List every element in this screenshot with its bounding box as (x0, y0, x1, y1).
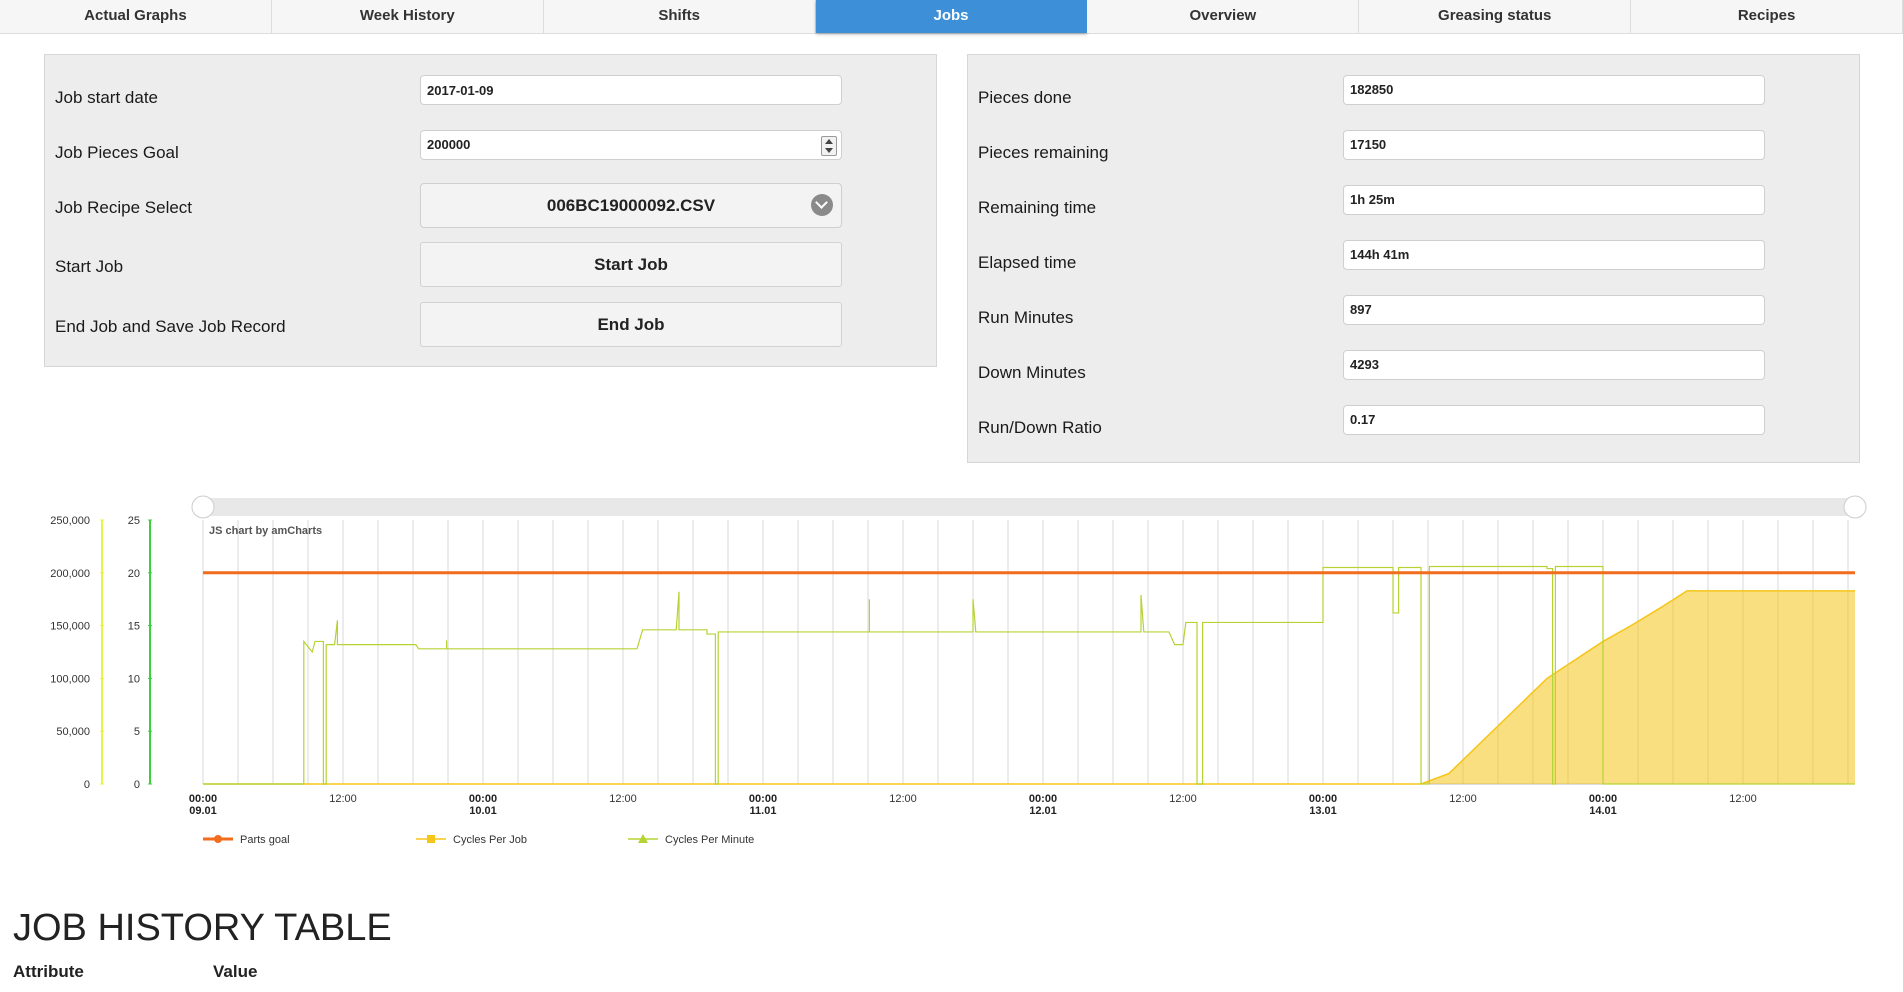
job-control-panel: Job start date Job Pieces Goal 200000 Jo… (44, 54, 937, 367)
x-tick-label: 12:00 (1169, 793, 1197, 805)
stat-field-pieces-done[interactable]: 182850 (1343, 75, 1765, 105)
job-recipe-value: 006BC19000092.CSV (546, 196, 716, 215)
legend-marker (427, 835, 435, 843)
chevron-down-icon (811, 194, 833, 216)
col-header-value: Value (213, 962, 258, 981)
stat-label: Run Minutes (978, 308, 1074, 327)
legend-label: Cycles Per Minute (665, 834, 754, 846)
x-tick-label: 12:00 (329, 793, 357, 805)
tab-week-history[interactable]: Week History (271, 0, 544, 33)
stat-field-remaining-time[interactable]: 1h 25m (1343, 185, 1765, 215)
x-tick-label: 00:00 (1029, 793, 1057, 805)
x-tick-label: 00:00 (749, 793, 777, 805)
y-tick-label: 100,000 (50, 673, 90, 685)
job-pieces-goal-label: Job Pieces Goal (55, 143, 179, 162)
x-tick-date-label: 14.01 (1589, 805, 1617, 817)
tab-overview[interactable]: Overview (1087, 0, 1360, 33)
legend-marker (214, 835, 222, 843)
scrollbar-left-handle (191, 495, 215, 519)
y-tick-label: 10 (128, 673, 140, 685)
tab-bar: Actual Graphs Week History Shifts Jobs O… (0, 0, 1903, 34)
job-chart: JS chart by amCharts 250,000 200,000 150,00… (50, 495, 1867, 846)
spinner-icon[interactable] (821, 136, 837, 156)
job-pieces-goal-value: 200000 (427, 137, 471, 152)
x-tick-label: 12:00 (1449, 793, 1477, 805)
scrollbar-right-handle (1843, 495, 1867, 519)
stat-label: Run/Down Ratio (978, 418, 1102, 437)
x-tick-label: 12:00 (1729, 793, 1757, 805)
job-pieces-goal-input[interactable]: 200000 (420, 130, 842, 160)
y-tick-label: 0 (134, 779, 140, 791)
y-tick-label: 50,000 (56, 726, 90, 738)
x-tick-date-label: 13.01 (1309, 805, 1337, 817)
stat-field-elapsed-time[interactable]: 144h 41m (1343, 240, 1765, 270)
stat-field-pieces-remaining[interactable]: 17150 (1343, 130, 1765, 160)
x-tick-label: 12:00 (609, 793, 637, 805)
stat-field-run-minutes[interactable]: 897 (1343, 295, 1765, 325)
x-tick-label: 12:00 (889, 793, 917, 805)
x-tick-date-label: 10.01 (469, 805, 497, 817)
stat-field-run-down-ratio[interactable]: 0.17 (1343, 405, 1765, 435)
y-tick-label: 200,000 (50, 568, 90, 580)
chart-scrollbar (203, 498, 1855, 516)
stat-label: Pieces done (978, 88, 1072, 107)
x-tick-label: 00:00 (1309, 793, 1337, 805)
x-tick-date-label: 11.01 (750, 805, 777, 817)
stat-label: Pieces remaining (978, 143, 1109, 162)
tab-recipes[interactable]: Recipes (1631, 0, 1903, 33)
job-start-date-input[interactable] (420, 75, 842, 105)
y-tick-label: 0 (84, 779, 90, 791)
stat-label: Remaining time (978, 198, 1097, 217)
end-job-label: End Job and Save Job Record (55, 317, 286, 336)
job-recipe-label: Job Recipe Select (55, 198, 193, 217)
legend-label: Cycles Per Job (453, 834, 527, 846)
tab-actual-graphs[interactable]: Actual Graphs (0, 0, 272, 33)
stat-field-down-minutes[interactable]: 4293 (1343, 350, 1765, 380)
y-tick-label: 250,000 (50, 515, 90, 527)
x-tick-label: 00:00 (189, 793, 217, 805)
start-job-label: Start Job (55, 257, 124, 276)
x-tick-label: 00:00 (1589, 793, 1617, 805)
stat-label: Down Minutes (978, 363, 1086, 382)
tab-greasing-status[interactable]: Greasing status (1359, 0, 1632, 33)
job-history-title: JOB HISTORY TABLE (13, 907, 392, 949)
job-start-date-label: Job start date (55, 88, 159, 107)
tab-jobs[interactable]: Jobs (815, 0, 1088, 33)
job-stats-panel: Pieces done 182850 Pieces remaining 1715… (967, 54, 1860, 463)
x-tick-date-label: 09.01 (189, 805, 217, 817)
stat-label: Elapsed time (978, 253, 1077, 272)
y-tick-label: 15 (128, 621, 140, 633)
amcharts-credit: JS chart by amCharts (209, 525, 322, 537)
y-tick-label: 5 (134, 726, 140, 738)
y-tick-label: 150,000 (50, 621, 90, 633)
start-job-button[interactable]: Start Job (420, 242, 842, 287)
col-header-attribute: Attribute (13, 962, 84, 981)
x-tick-label: 00:00 (469, 793, 497, 805)
cycles-per-job-area (203, 590, 1855, 784)
y-tick-label: 20 (128, 568, 140, 580)
job-recipe-select[interactable]: 006BC19000092.CSV (420, 183, 842, 228)
x-tick-date-label: 12.01 (1029, 805, 1057, 817)
end-job-button[interactable]: End Job (420, 302, 842, 347)
legend-label: Parts goal (240, 834, 290, 846)
y-tick-label: 25 (128, 515, 140, 527)
tab-shifts[interactable]: Shifts (543, 0, 816, 33)
